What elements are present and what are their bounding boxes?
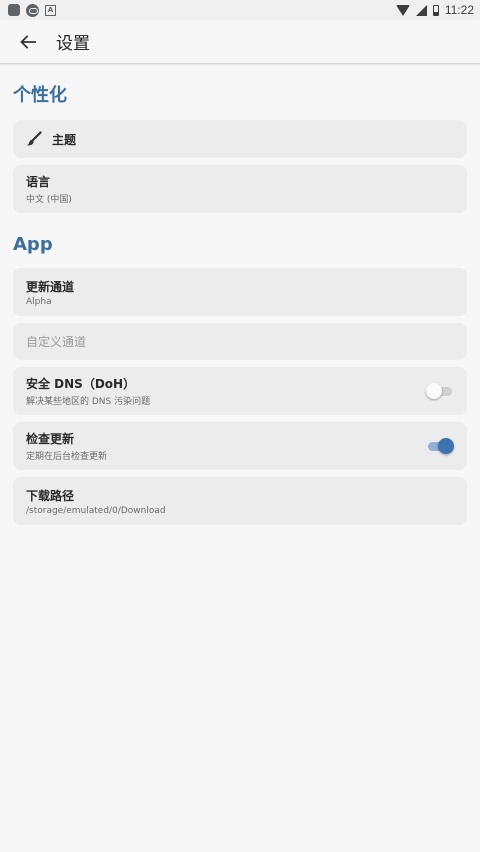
section-title-app: App [13,234,53,255]
update-channel-setting[interactable]: 更新通道 Alpha [13,268,467,316]
back-arrow-icon [20,34,36,49]
language-label: 语言 [26,175,51,189]
download-path-setting[interactable]: 下载路径 /storage/emulated/0/Download [13,477,467,525]
theme-setting[interactable]: 主题 [13,120,467,158]
check-updates-toggle[interactable] [426,437,454,455]
secure-dns-toggle[interactable] [426,382,454,400]
app-bar: 设置 [0,20,480,64]
secure-dns-label: 安全 DNS（DoH） [26,377,136,391]
secure-dns-setting[interactable]: 安全 DNS（DoH） 解决某些地区的 DNS 污染问题 [13,367,467,415]
signal-icon [415,4,427,16]
status-bar: A 11:22 [0,0,480,20]
theme-label: 主题 [52,132,77,147]
brush-icon [26,131,44,147]
toggle-thumb [438,438,454,454]
language-value: 中文 (中国) [26,195,72,205]
check-updates-setting[interactable]: 检查更新 定期在后台检查更新 [13,422,467,470]
check-updates-description: 定期在后台检查更新 [26,452,108,462]
secure-dns-description: 解决某些地区的 DNS 污染问题 [26,397,151,407]
status-time: 11:22 [444,3,474,17]
download-path-label: 下载路径 [26,488,75,503]
update-channel-label: 更新通道 [26,279,75,294]
back-button[interactable] [0,33,56,51]
check-updates-label: 检查更新 [26,432,75,446]
custom-channel-setting[interactable]: 自定义通道 [13,323,467,360]
download-path-value: /storage/emulated/0/Download [26,505,166,516]
page-title: 设置 [56,34,90,54]
language-setting[interactable]: 语言 中文 (中国) [13,165,467,213]
update-channel-value: Alpha [26,296,52,307]
wifi-icon [395,4,410,16]
battery-icon [432,4,439,16]
toggle-thumb [426,383,442,399]
app-notification-icon [8,4,20,16]
custom-channel-label: 自定义通道 [26,335,87,349]
section-title-personalization: 个性化 [13,85,67,106]
cloud-notification-icon [26,3,39,17]
a-notification-icon: A [45,4,56,16]
settings-list: 个性化 主题 语言 中文 (中国) App 更新通道 Alpha 自定义通道 安… [0,64,480,525]
